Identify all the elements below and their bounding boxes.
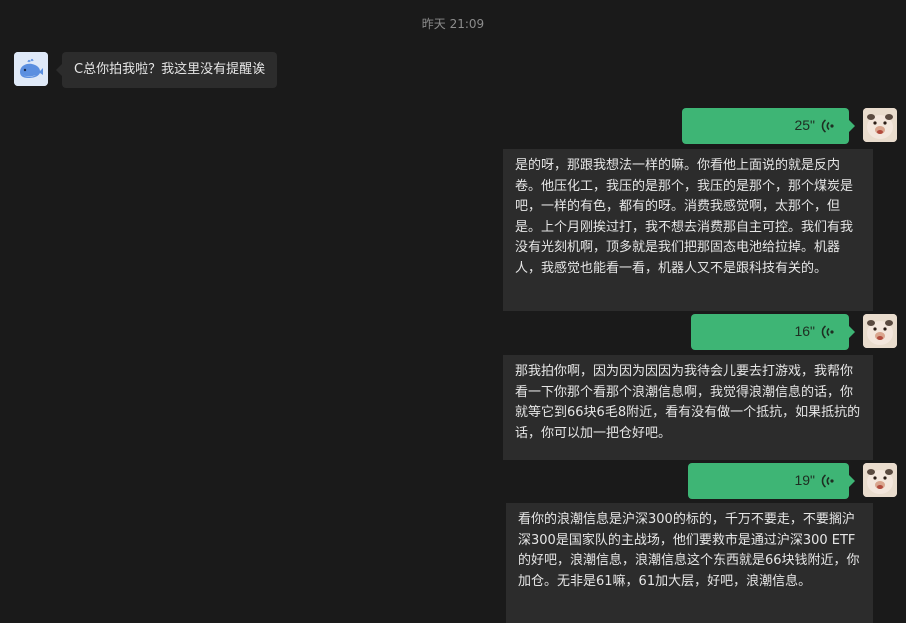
voice-transcript: 看你的浪潮信息是沪深300的标的，千万不要走，不要搁沪深300是国家队的主战场，… [506,503,873,623]
voice-wave-icon [821,325,834,339]
voice-transcript: 是的呀，那跟我想法一样的嘛。你看他上面说的就是反内卷。他压化工，我压的是那个，我… [503,149,873,311]
chat-window: 昨天 21:09 C总你拍我啦？我这里没有提醒诶 25" 是的呀，那跟我想法一样… [0,0,906,623]
voice-transcript: 那我拍你啊，因为因为因因为我待会儿要去打游戏，我帮你看一下你那个看那个浪潮信息啊… [503,355,873,460]
pig-icon [863,314,897,348]
voice-message-bubble[interactable]: 16" [691,314,855,350]
voice-message-bubble[interactable]: 19" [688,463,855,499]
incoming-message-text: C总你拍我啦？我这里没有提醒诶 [74,62,266,77]
message-timestamp: 昨天 21:09 [421,17,485,31]
incoming-message-bubble[interactable]: C总你拍我啦？我这里没有提醒诶 [55,52,278,88]
my-avatar[interactable] [863,108,897,142]
contact-avatar[interactable] [14,52,48,86]
voice-message-bubble[interactable]: 25" [682,108,855,144]
voice-duration: 19" [794,472,815,488]
my-avatar[interactable] [863,314,897,348]
voice-duration: 16" [794,323,815,339]
voice-duration: 25" [794,117,815,133]
pig-icon [863,463,897,497]
pig-icon [863,108,897,142]
my-avatar[interactable] [863,463,897,497]
voice-wave-icon [821,119,834,133]
whale-icon [14,52,48,86]
voice-wave-icon [821,474,834,488]
